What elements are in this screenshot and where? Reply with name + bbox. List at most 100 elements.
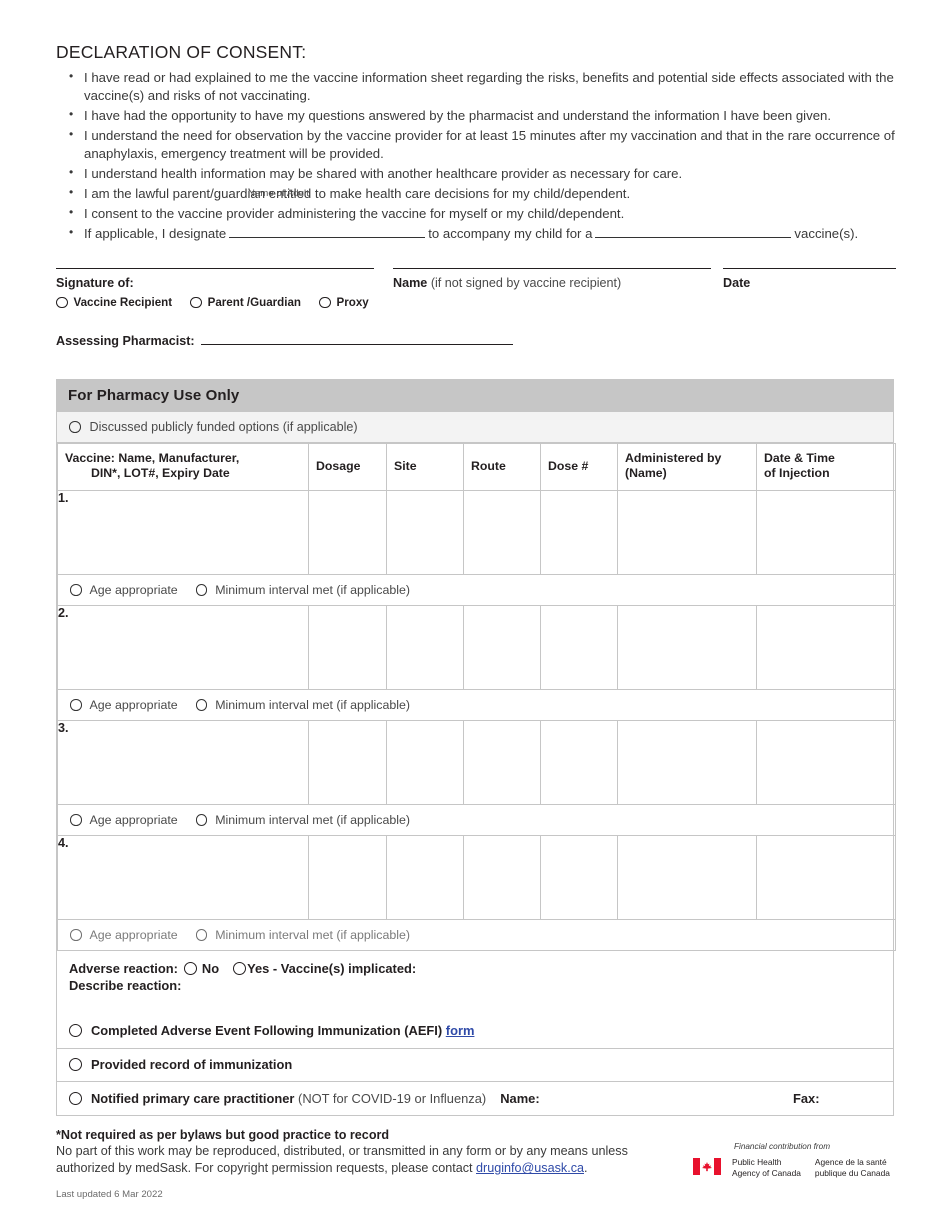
radio-icon[interactable] (70, 699, 82, 711)
row-number-cell[interactable]: 1. (57, 489, 309, 575)
contact-email-link[interactable]: druginfo@usask.ca (476, 1161, 584, 1175)
date-label: Date (723, 276, 751, 290)
cell-date-time[interactable] (756, 604, 896, 690)
cell-route[interactable] (463, 719, 541, 805)
phac-logo-row: Public Health Agency of Canada Agence de… (693, 1157, 893, 1179)
declaration-section: DECLARATION OF CONSENT: I have read or h… (56, 42, 896, 245)
radio-icon[interactable] (319, 296, 331, 309)
notified-practitioner-row[interactable]: Notified primary care practitioner (NOT … (57, 1082, 893, 1115)
radio-option-proxy[interactable]: Proxy (319, 296, 369, 309)
notified-name-label: Name: (500, 1090, 540, 1106)
cell-route[interactable] (463, 834, 541, 920)
name-field[interactable] (393, 268, 711, 269)
cell-route[interactable] (463, 604, 541, 690)
notified-practitioner-label: Notified primary care practitioner (91, 1090, 295, 1106)
name-of-adult-field[interactable] (229, 225, 426, 238)
table-check-row: Age appropriate Minimum interval met (if… (57, 803, 896, 836)
cell-administered-by[interactable] (617, 834, 757, 920)
cell-dose-number[interactable] (540, 604, 618, 690)
describe-reaction-label: Describe reaction: (69, 977, 182, 993)
age-appropriate-group: Age appropriate Minimum interval met (if… (70, 583, 895, 597)
radio-icon[interactable] (233, 961, 247, 975)
column-header-administered-by: Administered by (Name) (617, 443, 757, 491)
name-label-group: Name (if not signed by vaccine recipient… (393, 276, 621, 290)
designate-middle-text: to accompany my child for a (428, 225, 593, 241)
declaration-bullet: I have read or had explained to me the v… (56, 68, 896, 105)
copyright-text: No part of this work may be reproduced, … (56, 1143, 666, 1178)
radio-icon[interactable] (70, 929, 82, 941)
aefi-row: Completed Adverse Event Following Immuni… (69, 1023, 881, 1038)
table-check-row: Age appropriate Minimum interval met (if… (57, 573, 896, 606)
cell-dose-number[interactable] (540, 719, 618, 805)
radio-icon[interactable] (195, 699, 208, 711)
designate-prefix-text: If applicable, I designate (84, 225, 227, 241)
cell-administered-by[interactable] (617, 719, 757, 805)
page-title: DECLARATION OF CONSENT: (56, 42, 307, 62)
name-label: Name (393, 276, 428, 290)
adverse-reaction-block: Adverse reaction: No Yes - Vaccine(s) im… (57, 951, 893, 1049)
canada-flag-icon (693, 1158, 721, 1175)
radio-icon[interactable] (183, 961, 197, 975)
copyright-line-2-post: . (584, 1161, 588, 1176)
aefi-form-link[interactable]: form (446, 1023, 475, 1038)
radio-icon[interactable] (70, 814, 82, 826)
declaration-bullet: I am the lawful parent/guardian entitled… (56, 184, 896, 203)
phac-french-line1: Agence de la santé (814, 1157, 887, 1167)
cell-dosage[interactable] (308, 719, 387, 805)
discussed-funded-options-row[interactable]: Discussed publicly funded options (if ap… (57, 412, 893, 443)
cell-site[interactable] (386, 719, 464, 805)
phac-french: Agence de la santé publique du Canada (815, 1157, 890, 1179)
provided-record-row[interactable]: Provided record of immunization (57, 1049, 893, 1082)
cell-dosage[interactable] (308, 604, 387, 690)
radio-icon[interactable] (190, 296, 202, 309)
cell-dose-number[interactable] (540, 489, 618, 575)
declaration-bullet: I consent to the vaccine provider admini… (56, 204, 896, 223)
phac-english-line1: Public Health (732, 1157, 782, 1167)
radio-icon[interactable] (195, 814, 208, 826)
radio-icon[interactable] (70, 584, 82, 596)
radio-option-parent-guardian[interactable]: Parent /Guardian (190, 296, 301, 309)
signature-field[interactable] (56, 268, 374, 269)
cell-dosage[interactable] (308, 489, 387, 575)
table-header-row: Vaccine: Name, Manufacturer, DIN*, LOT#,… (57, 443, 896, 491)
cell-date-time[interactable] (756, 834, 896, 920)
vaccine-type-field[interactable] (595, 225, 792, 238)
cell-administered-by[interactable] (617, 489, 757, 575)
row-number-cell[interactable]: 3. (57, 719, 309, 805)
check-row-cell: Age appropriate Minimum interval met (if… (57, 688, 896, 721)
radio-option-vaccine-recipient[interactable]: Vaccine Recipient (56, 296, 172, 309)
radio-icon[interactable] (69, 1023, 82, 1037)
radio-icon[interactable] (69, 421, 81, 433)
cell-dose-number[interactable] (540, 834, 618, 920)
notified-practitioner-note: (NOT for COVID-19 or Influenza) (298, 1090, 487, 1106)
phac-english: Public Health Agency of Canada (732, 1157, 801, 1179)
pharmacy-use-only-section: For Pharmacy Use Only Discussed publicly… (56, 379, 896, 1116)
cell-site[interactable] (386, 834, 464, 920)
cell-date-time[interactable] (756, 489, 896, 575)
age-appropriate-group: Age appropriate Minimum interval met (if… (70, 698, 895, 712)
name-of-adult-caption: Name of Adult (248, 188, 309, 199)
row-number-cell[interactable]: 2. (57, 604, 309, 690)
row-number-cell[interactable]: 4. (57, 834, 309, 920)
radio-icon[interactable] (69, 1091, 82, 1105)
minimum-interval-label: Minimum interval met (if applicable) (215, 927, 411, 942)
designate-suffix-text: vaccine(s). (794, 225, 859, 241)
cell-date-time[interactable] (756, 719, 896, 805)
column-header-administered-by-line1: Administered by (625, 451, 722, 465)
cell-site[interactable] (386, 604, 464, 690)
name-note: (if not signed by vaccine recipient) (430, 276, 622, 290)
cell-dosage[interactable] (308, 834, 387, 920)
radio-icon[interactable] (195, 929, 208, 941)
table-check-row: Age appropriate Minimum interval met (if… (57, 918, 896, 951)
cell-route[interactable] (463, 489, 541, 575)
date-field[interactable] (723, 268, 896, 269)
phac-french-line2: publique du Canada (814, 1168, 890, 1179)
cell-site[interactable] (386, 489, 464, 575)
radio-icon[interactable] (195, 584, 208, 596)
cell-administered-by[interactable] (617, 604, 757, 690)
radio-icon[interactable] (69, 1058, 82, 1072)
radio-icon[interactable] (56, 296, 68, 309)
age-appropriate-group: Age appropriate Minimum interval met (if… (70, 813, 895, 827)
phac-english-line2: Agency of Canada (732, 1168, 801, 1179)
assessing-pharmacist-field[interactable] (200, 333, 513, 345)
